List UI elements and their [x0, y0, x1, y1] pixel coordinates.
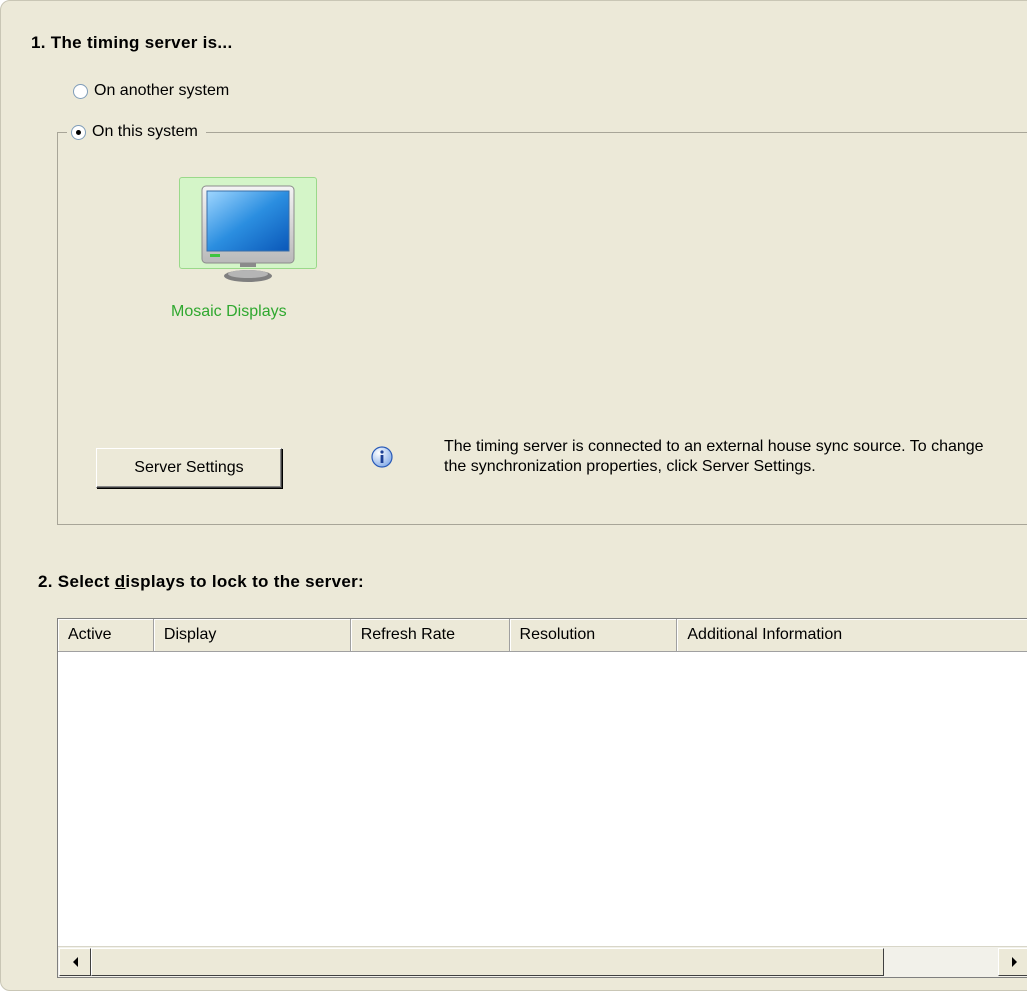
- timing-server-panel: 1. The timing server is... On another sy…: [0, 0, 1027, 991]
- info-message: The timing server is connected to an ext…: [444, 438, 984, 475]
- scroll-right-button[interactable]: [998, 948, 1027, 976]
- radio-button-another[interactable]: [73, 83, 88, 99]
- scroll-left-button[interactable]: [59, 948, 91, 976]
- section2-heading-prefix: 2. Select: [38, 572, 115, 591]
- radio-on-this-system[interactable]: On this system: [67, 121, 206, 143]
- mosaic-displays-tile[interactable]: [179, 177, 317, 282]
- mosaic-displays-label: Mosaic Displays: [171, 303, 287, 320]
- column-header-resolution[interactable]: Resolution: [510, 619, 678, 651]
- scrollbar-thumb[interactable]: [91, 948, 884, 976]
- displays-list-header: Active Display Refresh Rate Resolution A…: [58, 619, 1027, 652]
- section2-heading-mnemonic: d: [114, 572, 126, 591]
- server-settings-button[interactable]: Server Settings: [96, 448, 282, 488]
- monitor-stand: [224, 270, 272, 282]
- radio-on-another-system[interactable]: On another system: [73, 80, 229, 102]
- horizontal-scrollbar[interactable]: [58, 946, 1027, 977]
- radio-label-another: On another system: [94, 82, 230, 99]
- monitor-icon: [201, 185, 295, 267]
- column-header-additional-information[interactable]: Additional Information: [677, 619, 1027, 651]
- radio-label-this: On this system: [92, 123, 198, 140]
- section2-heading: 2. Select displays to lock to the server…: [38, 572, 364, 592]
- displays-list[interactable]: Active Display Refresh Rate Resolution A…: [57, 618, 1027, 978]
- arrow-right-icon: [1011, 957, 1017, 967]
- section2-heading-suffix: isplays to lock to the server:: [125, 572, 364, 591]
- column-header-refresh-rate[interactable]: Refresh Rate: [351, 619, 510, 651]
- arrow-left-icon: [72, 957, 78, 967]
- section1-heading: 1. The timing server is...: [31, 33, 233, 52]
- info-icon: [370, 445, 394, 474]
- radio-button-this[interactable]: [71, 124, 86, 140]
- column-header-display[interactable]: Display: [154, 619, 351, 651]
- column-header-active[interactable]: Active: [58, 619, 154, 651]
